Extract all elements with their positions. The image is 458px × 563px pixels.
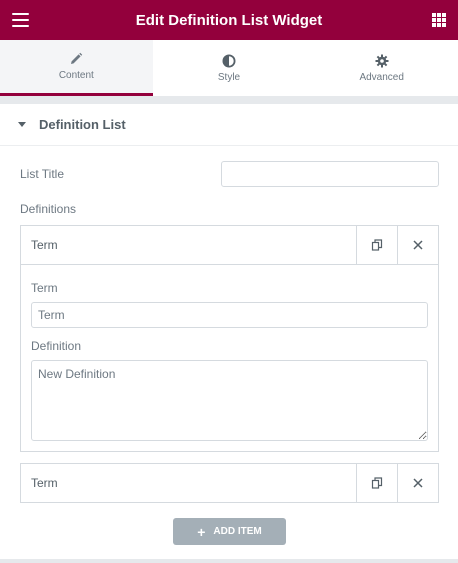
definition-label: Definition <box>31 339 82 353</box>
tab-style-label: Style <box>217 71 241 83</box>
pencil-icon <box>71 52 83 64</box>
duplicate-button[interactable] <box>356 464 397 502</box>
repeater-item-body: Term Definition New Definition <box>21 264 438 451</box>
hamburger-menu-icon[interactable] <box>12 13 29 27</box>
panel-title: Edit Definition List Widget <box>135 11 323 29</box>
copy-icon <box>371 239 383 251</box>
tabs-divider <box>0 96 458 104</box>
grid-apps-icon[interactable] <box>432 13 446 27</box>
panel-tabs: Content Style Advanced <box>0 40 458 96</box>
close-icon <box>413 478 423 488</box>
tab-advanced-label: Advanced <box>359 71 404 83</box>
repeater-item: Term <box>20 463 439 503</box>
copy-icon <box>371 477 383 489</box>
tab-content-label: Content <box>58 70 94 81</box>
caret-down-icon <box>18 122 26 127</box>
panel-header: Edit Definition List Widget <box>0 0 458 40</box>
plus-icon: + <box>197 523 206 540</box>
add-item-button[interactable]: + ADD ITEM <box>173 518 286 545</box>
tab-content[interactable]: Content <box>0 40 153 96</box>
gear-icon <box>375 54 389 67</box>
term-input[interactable] <box>31 302 428 328</box>
close-icon <box>413 240 423 250</box>
definition-textarea[interactable]: New Definition <box>31 360 428 441</box>
term-label: Term <box>31 281 58 295</box>
remove-button[interactable] <box>397 226 438 264</box>
repeater-item-title[interactable]: Term <box>21 464 356 502</box>
remove-button[interactable] <box>397 464 438 502</box>
definitions-label: Definitions <box>20 202 77 216</box>
list-title-input[interactable] <box>221 161 439 187</box>
duplicate-button[interactable] <box>356 226 397 264</box>
repeater-item: Term Term Definition New Definition <box>20 225 439 452</box>
list-title-label: List Title <box>20 167 65 181</box>
repeater-item-title[interactable]: Term <box>21 226 356 264</box>
bottom-divider <box>0 559 458 563</box>
section-toggle[interactable]: Definition List <box>0 104 458 146</box>
tab-style[interactable]: Style <box>153 40 306 96</box>
half-circle-icon <box>222 54 236 67</box>
add-item-label: ADD ITEM <box>213 526 262 537</box>
tab-advanced[interactable]: Advanced <box>305 40 458 96</box>
section-title: Definition List <box>39 117 126 132</box>
